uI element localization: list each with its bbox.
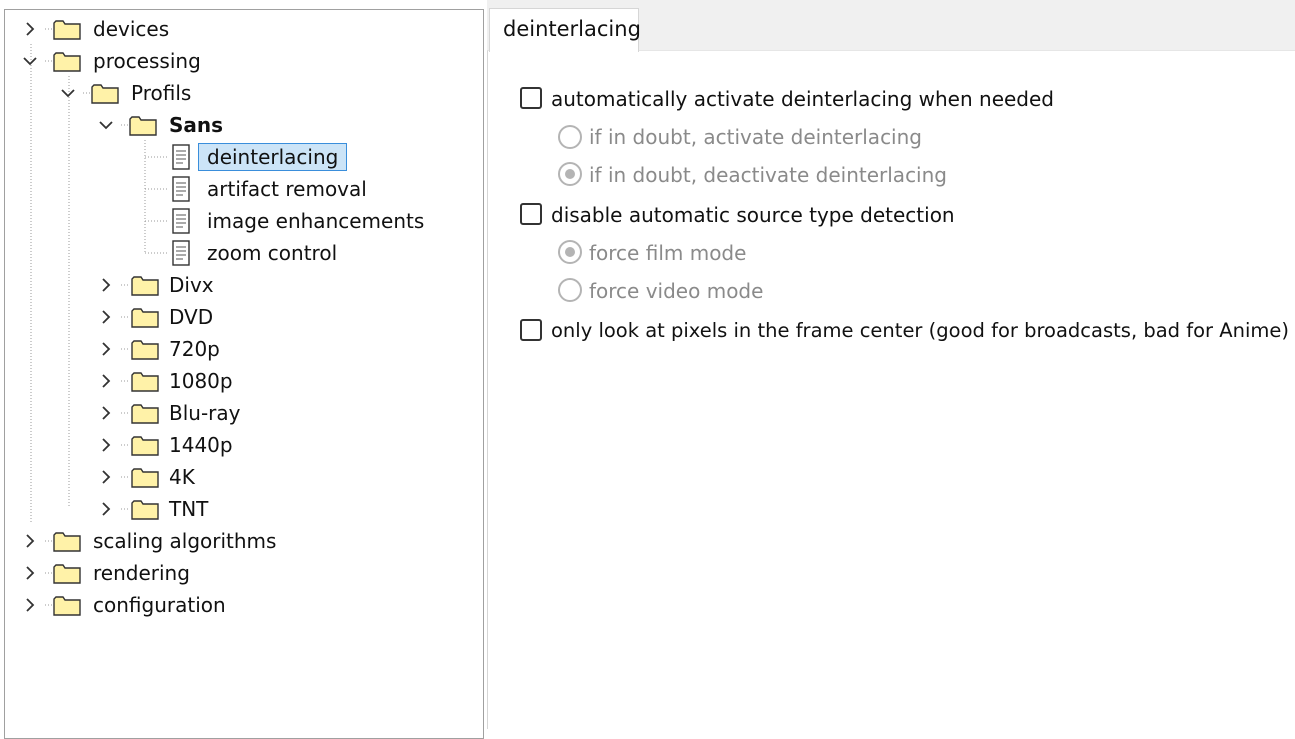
- document-icon: [172, 176, 190, 202]
- tree-item-dvd[interactable]: DVD: [169, 303, 213, 331]
- tree-item-image-enhancements[interactable]: image enhancements: [207, 207, 424, 235]
- chevron-right-icon[interactable]: [22, 21, 38, 37]
- chevron-right-icon[interactable]: [22, 597, 38, 613]
- chevron-right-icon[interactable]: [98, 405, 114, 421]
- chevron-right-icon[interactable]: [98, 309, 114, 325]
- tree-item-configuration[interactable]: configuration: [93, 591, 226, 619]
- tree-item-1440p[interactable]: 1440p: [169, 431, 233, 459]
- folder-icon: [91, 84, 119, 104]
- tree-item-720p[interactable]: 720p: [169, 335, 220, 363]
- doubt-activate-radio[interactable]: [558, 125, 582, 149]
- document-icon: [172, 208, 190, 234]
- chevron-right-icon[interactable]: [22, 565, 38, 581]
- film-mode-radio[interactable]: [558, 240, 582, 264]
- frame-center-label[interactable]: only look at pixels in the frame center …: [551, 316, 1289, 346]
- disable-detection-checkbox[interactable]: [520, 203, 542, 225]
- folder-icon: [131, 340, 159, 360]
- chevron-down-icon[interactable]: [22, 53, 38, 69]
- chevron-down-icon[interactable]: [98, 117, 114, 133]
- chevron-right-icon[interactable]: [98, 469, 114, 485]
- settings-tree[interactable]: devices processing Profils Sans deinterl…: [4, 9, 484, 739]
- tree-item-artifact-removal[interactable]: artifact removal: [207, 175, 367, 203]
- tree-item-zoom-control[interactable]: zoom control: [207, 239, 337, 267]
- doubt-deactivate-label[interactable]: if in doubt, deactivate deinterlacing: [589, 160, 947, 190]
- tree-item-bluray[interactable]: Blu-ray: [169, 399, 240, 427]
- doubt-activate-label[interactable]: if in doubt, activate deinterlacing: [589, 122, 922, 152]
- tree-item-sans[interactable]: Sans: [169, 111, 223, 139]
- frame-center-checkbox[interactable]: [520, 319, 542, 341]
- folder-icon: [53, 564, 81, 584]
- chevron-down-icon[interactable]: [60, 85, 76, 101]
- video-mode-label[interactable]: force video mode: [589, 276, 763, 306]
- tree-item-4k[interactable]: 4K: [169, 463, 195, 491]
- tree-item-deinterlacing[interactable]: deinterlacing: [198, 143, 348, 171]
- folder-icon: [131, 468, 159, 488]
- document-icon: [172, 144, 190, 170]
- tab-label: deinterlacing: [503, 17, 641, 41]
- tree-item-1080p[interactable]: 1080p: [169, 367, 233, 395]
- chevron-right-icon[interactable]: [98, 277, 114, 293]
- folder-icon: [53, 20, 81, 40]
- film-mode-label[interactable]: force film mode: [589, 238, 746, 268]
- auto-deinterlace-checkbox[interactable]: [520, 87, 542, 109]
- folder-icon: [131, 276, 159, 296]
- video-mode-radio[interactable]: [558, 278, 582, 302]
- tree-item-rendering[interactable]: rendering: [93, 559, 190, 587]
- document-icon: [172, 240, 190, 266]
- tree-guidelines: [30, 28, 167, 606]
- chevron-right-icon[interactable]: [98, 341, 114, 357]
- folder-icon: [131, 436, 159, 456]
- tree-item-scaling-algorithms[interactable]: scaling algorithms: [93, 527, 276, 555]
- folder-icon: [129, 116, 157, 136]
- tree-item-profils[interactable]: Profils: [131, 79, 191, 107]
- auto-deinterlace-label[interactable]: automatically activate deinterlacing whe…: [551, 84, 1054, 114]
- tree-item-processing[interactable]: processing: [93, 47, 201, 75]
- chevron-right-icon[interactable]: [98, 501, 114, 517]
- chevron-right-icon[interactable]: [22, 533, 38, 549]
- folder-icon: [131, 500, 159, 520]
- chevron-right-icon[interactable]: [98, 437, 114, 453]
- doubt-deactivate-radio[interactable]: [558, 162, 582, 186]
- disable-detection-label[interactable]: disable automatic source type detection: [551, 200, 955, 230]
- tree-item-tnt[interactable]: TNT: [169, 495, 208, 523]
- folder-icon: [131, 404, 159, 424]
- chevron-right-icon[interactable]: [98, 373, 114, 389]
- folder-icon: [131, 308, 159, 328]
- folder-icon: [131, 372, 159, 392]
- folder-icon: [53, 52, 81, 72]
- tree-item-devices[interactable]: devices: [93, 15, 169, 43]
- folder-icon: [53, 596, 81, 616]
- folder-icon: [53, 532, 81, 552]
- tree-item-divx[interactable]: Divx: [169, 271, 214, 299]
